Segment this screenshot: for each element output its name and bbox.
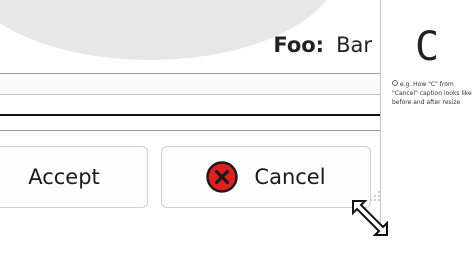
foo-bar-row: Foo: Bar <box>273 30 372 60</box>
resize-note: e.g. How "C" from "Cancel" caption looks… <box>392 80 474 107</box>
c-glyph-sample: C <box>414 24 440 70</box>
cancel-label: Cancel <box>254 165 326 189</box>
resize-note-text: e.g. How "C" from "Cancel" caption looks… <box>392 81 472 106</box>
accept-button[interactable]: Accept <box>0 146 148 208</box>
list-row[interactable] <box>0 95 380 116</box>
accept-label: Accept <box>28 165 100 189</box>
cancel-button[interactable]: Cancel <box>161 146 371 208</box>
info-icon <box>392 80 398 86</box>
list-row[interactable] <box>0 116 380 131</box>
dialog-window: Foo: Bar Accept Cancel <box>0 0 380 226</box>
cancel-x-icon <box>206 161 239 193</box>
list-field[interactable] <box>0 73 380 131</box>
list-row[interactable] <box>0 74 380 95</box>
diagonal-resize-icon <box>352 200 388 236</box>
foo-label: Foo: <box>273 33 325 57</box>
bar-value: Bar <box>336 33 372 57</box>
